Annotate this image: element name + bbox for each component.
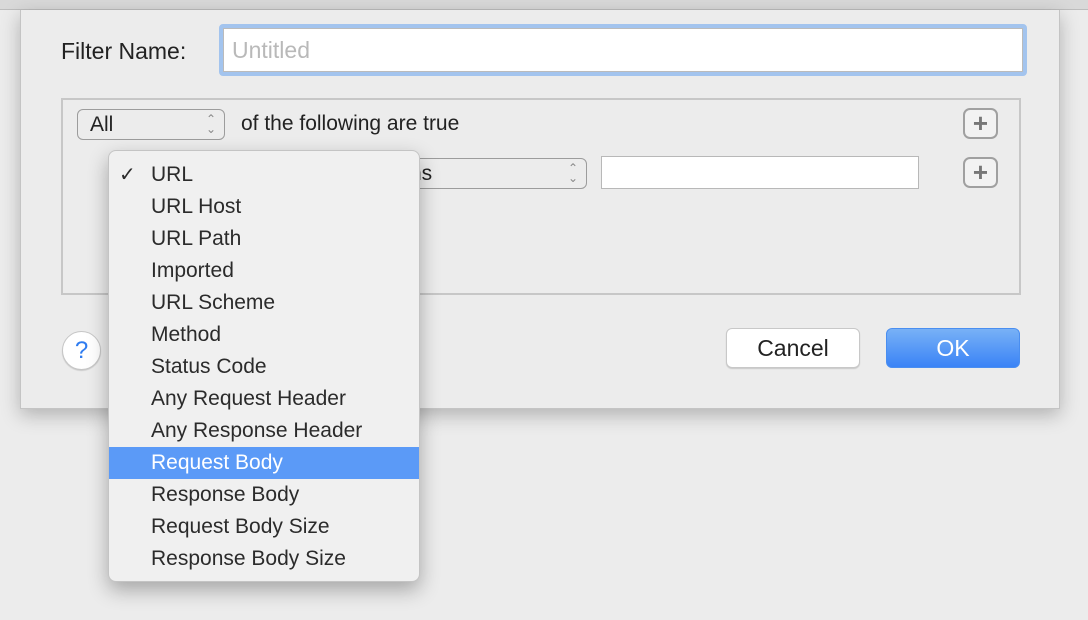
menu-item[interactable]: Response Body xyxy=(109,479,419,511)
menu-item-label: Method xyxy=(151,323,222,346)
menu-item[interactable]: Request Body Size xyxy=(109,511,419,543)
cancel-button[interactable]: Cancel xyxy=(726,328,860,368)
menu-item-label: Request Body xyxy=(151,451,283,474)
match-select-value: All xyxy=(90,113,114,136)
menu-item[interactable]: Status Code xyxy=(109,351,419,383)
match-suffix-label: of the following are true xyxy=(241,112,460,135)
checkmark-icon: ✓ xyxy=(119,164,136,186)
menu-item[interactable]: Response Body Size xyxy=(109,543,419,575)
menu-item-label: Imported xyxy=(151,259,234,282)
menu-item[interactable]: Imported xyxy=(109,255,419,287)
menu-item-label: URL Scheme xyxy=(151,291,276,314)
filter-name-label: Filter Name: xyxy=(61,38,187,64)
menu-item-label: URL xyxy=(151,163,194,186)
menu-item-label: Request Body Size xyxy=(151,515,330,538)
condition-value-input[interactable] xyxy=(601,156,919,189)
menu-item[interactable]: Any Response Header xyxy=(109,415,419,447)
window-top-bar xyxy=(0,0,1088,10)
menu-item[interactable]: Method xyxy=(109,319,419,351)
field-dropdown-menu: ✓ URL URL Host URL Path Imported URL Scheme Me… xyxy=(108,150,420,582)
plus-icon: + xyxy=(972,108,989,138)
menu-item[interactable]: URL Path xyxy=(109,223,419,255)
add-condition-button[interactable]: + xyxy=(963,157,998,188)
help-button[interactable]: ? xyxy=(62,331,101,370)
up-down-chevron-icon: ⌃ ⌄ xyxy=(567,161,578,185)
menu-item[interactable]: Any Request Header xyxy=(109,383,419,415)
menu-item[interactable]: ✓ URL xyxy=(109,159,419,191)
menu-item-label: Response Body xyxy=(151,483,300,506)
plus-icon: + xyxy=(972,157,989,187)
menu-item-label: URL Host xyxy=(151,195,242,218)
menu-item-label: Response Body Size xyxy=(151,547,346,570)
add-group-button[interactable]: + xyxy=(963,108,998,139)
menu-item[interactable]: URL Host xyxy=(109,191,419,223)
up-down-chevron-icon: ⌃ ⌄ xyxy=(205,112,216,136)
menu-item-label: Status Code xyxy=(151,355,267,378)
ok-button[interactable]: OK xyxy=(886,328,1020,368)
menu-item-label: URL Path xyxy=(151,227,242,250)
menu-item-label: Any Request Header xyxy=(151,387,346,410)
filter-name-field-wrapper xyxy=(219,24,1027,76)
menu-item[interactable]: Request Body xyxy=(109,447,419,479)
filter-name-input[interactable] xyxy=(223,28,1023,72)
menu-item[interactable]: URL Scheme xyxy=(109,287,419,319)
match-select[interactable]: All ⌃ ⌄ xyxy=(77,109,225,140)
menu-item-label: Any Response Header xyxy=(151,419,363,442)
